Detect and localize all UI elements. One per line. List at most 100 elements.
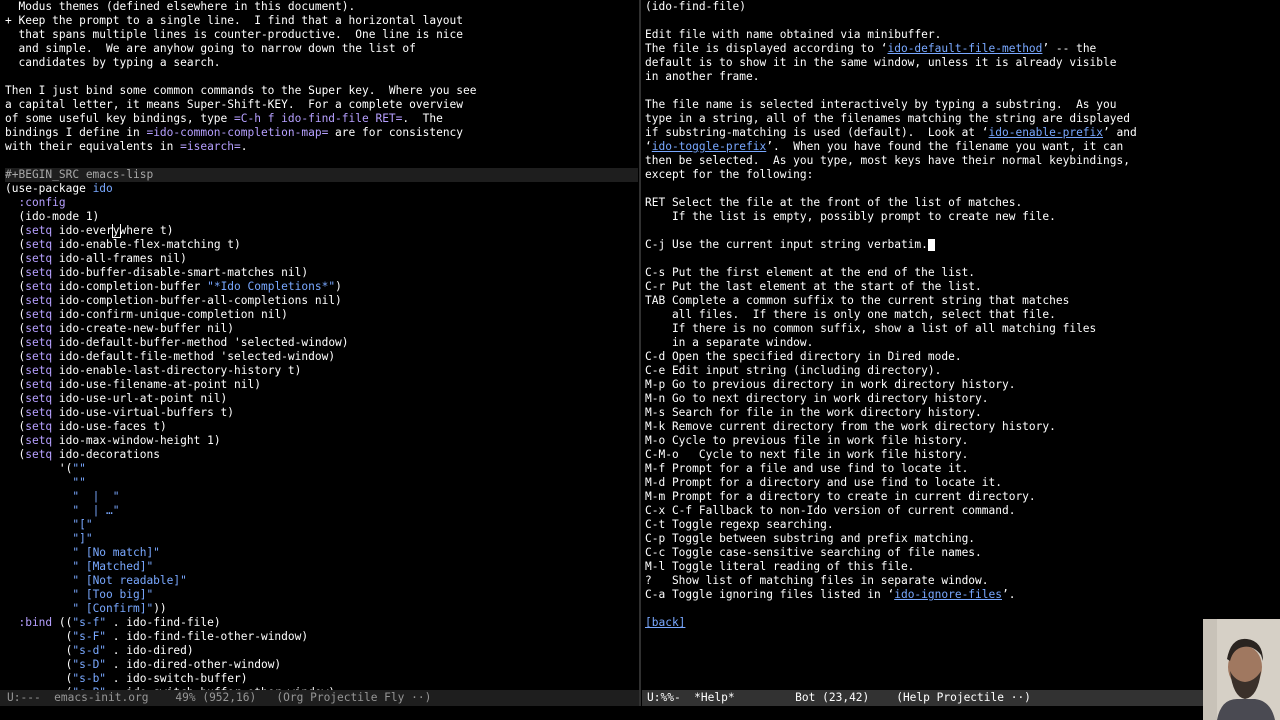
code-line: (setq ido-default-file-method 'selected-… xyxy=(5,350,336,363)
code-line: :config xyxy=(5,196,66,209)
code-line: (setq ido-completion-buffer-all-completi… xyxy=(5,294,342,307)
code-line: (setq ido-enable-last-directory-history … xyxy=(5,364,302,377)
code-line: (setq ido-use-virtual-buffers t) xyxy=(5,406,235,419)
help-line: TAB Complete a common suffix to the curr… xyxy=(645,294,1070,307)
prose-line xyxy=(5,70,638,84)
code-line: (setq ido-use-filename-at-point nil) xyxy=(5,378,261,391)
help-line: ‘ido-toggle-prefix’. When you have found… xyxy=(645,140,1124,153)
help-line: all files. If there is only one match, s… xyxy=(645,308,1056,321)
prose-line: + Keep the prompt to a single line. I fi… xyxy=(5,14,464,27)
help-line: M-o Cycle to previous file in work file … xyxy=(645,434,969,447)
help-line: M-f Prompt for a file and use find to lo… xyxy=(645,462,969,475)
help-line: except for the following: xyxy=(645,168,814,181)
webcam-overlay-image xyxy=(1203,619,1280,720)
help-line: type in a string, all of the filenames m… xyxy=(645,112,1130,125)
prose-line: that spans multiple lines is counter-pro… xyxy=(5,28,464,41)
help-line xyxy=(645,84,1280,98)
code-line: (use-package ido xyxy=(5,182,113,195)
code-line: " [Too big]" xyxy=(72,588,154,601)
code-line: ("s-F" . ido-find-file-other-window) xyxy=(5,630,309,643)
help-line: if substring-matching is used (default).… xyxy=(645,126,1137,139)
code-line: (ido-mode 1) xyxy=(5,210,100,223)
help-line: C-M-o Cycle to next file in work file hi… xyxy=(645,448,969,461)
help-line: default is to show it in the same window… xyxy=(645,56,1117,69)
help-line: M-m Prompt for a directory to create in … xyxy=(645,490,1036,503)
code-line: (setq ido-use-faces t) xyxy=(5,420,167,433)
code-line: " | " xyxy=(72,490,120,503)
help-line xyxy=(645,252,1280,266)
code-line: (setq ido-enable-flex-matching t) xyxy=(5,238,241,251)
help-line: M-s Search for file in the work director… xyxy=(645,406,982,419)
prose-line: bindings I define in =ido-common-complet… xyxy=(5,126,464,139)
code-line: (setq ido-default-buffer-method 'selecte… xyxy=(5,336,349,349)
help-line xyxy=(645,14,1280,28)
code-line-current[interactable]: (setq ido-everywhere t) xyxy=(5,224,638,238)
help-line xyxy=(645,224,1280,238)
help-line: M-p Go to previous directory in work dir… xyxy=(645,378,1016,391)
help-line: If the list is empty, possibly prompt to… xyxy=(645,210,1056,223)
help-line: The file is displayed according to ‘ido-… xyxy=(645,42,1097,55)
echo-area[interactable] xyxy=(0,706,1280,720)
text-cursor: y xyxy=(111,224,121,238)
left-window-org-buffer[interactable]: Modus themes (defined elsewhere in this … xyxy=(0,0,638,690)
help-line: C-c Toggle case-sensitive searching of f… xyxy=(645,546,982,559)
code-line: :bind (("s-f" . ido-find-file) xyxy=(5,616,221,629)
help-line-current[interactable]: C-j Use the current input string verbati… xyxy=(645,238,1280,252)
help-line: C-e Edit input string (including directo… xyxy=(645,364,942,377)
right-window-help-buffer[interactable]: (ido-find-file) Edit file with name obta… xyxy=(642,0,1280,690)
prose-line: a capital letter, it means Super-Shift-K… xyxy=(5,98,464,111)
help-line: The file name is selected interactively … xyxy=(645,98,1117,111)
help-line: M-n Go to next directory in work directo… xyxy=(645,392,989,405)
text-cursor xyxy=(927,239,935,251)
help-line: C-d Open the specified directory in Dire… xyxy=(645,350,962,363)
help-line: [back] xyxy=(645,616,1280,630)
prose-line: of some useful key bindings, type =C-h f… xyxy=(5,112,443,125)
code-line: '("" xyxy=(5,462,86,475)
code-line: " [Matched]" xyxy=(72,560,154,573)
link-ido-toggle-prefix[interactable]: ido-toggle-prefix xyxy=(652,140,767,153)
code-line: (setq ido-max-window-height 1) xyxy=(5,434,221,447)
help-line: M-l Toggle literal reading of this file. xyxy=(645,560,915,573)
help-line: M-k Remove current directory from the wo… xyxy=(645,420,1056,433)
help-line: C-r Put the last element at the start of… xyxy=(645,280,982,293)
mode-line-left[interactable]: U:--- emacs-init.org 49% (952,16) (Org P… xyxy=(0,690,639,706)
code-line: (setq ido-completion-buffer "*Ido Comple… xyxy=(5,280,342,293)
prose-line: Then I just bind some common commands to… xyxy=(5,84,477,97)
help-line: ? Show list of matching files in separat… xyxy=(645,574,989,587)
help-line: If there is no common suffix, show a lis… xyxy=(645,322,1097,335)
prose-line: Modus themes (defined elsewhere in this … xyxy=(5,0,356,13)
help-line: M-d Prompt for a directory and use find … xyxy=(645,476,1002,489)
prose-line: and simple. We are anyhow going to narro… xyxy=(5,42,416,55)
help-title: (ido-find-file) xyxy=(645,0,747,13)
prose-line: with their equivalents in =isearch=. xyxy=(5,140,248,153)
code-line: " [No match]" xyxy=(72,546,160,559)
code-line: (setq ido-all-frames nil) xyxy=(5,252,187,265)
code-line: "[" xyxy=(72,518,93,531)
person-silhouette-icon xyxy=(1203,619,1280,720)
window-divider[interactable] xyxy=(639,0,641,720)
help-line xyxy=(645,182,1280,196)
code-line: (setq ido-decorations xyxy=(5,448,160,461)
back-button[interactable]: [back] xyxy=(645,616,685,629)
help-line: C-t Toggle regexp searching. xyxy=(645,518,834,531)
link-ido-default-file-method[interactable]: ido-default-file-method xyxy=(887,42,1042,55)
begin-src-line: #+BEGIN_SRC emacs-lisp xyxy=(5,168,638,182)
link-ido-enable-prefix[interactable]: ido-enable-prefix xyxy=(989,126,1104,139)
help-line: C-a Toggle ignoring files listed in ‘ido… xyxy=(645,588,1016,601)
help-line: C-s Put the first element at the end of … xyxy=(645,266,976,279)
code-line: (setq ido-buffer-disable-smart-matches n… xyxy=(5,266,309,279)
prose-line: candidates by typing a search. xyxy=(5,56,221,69)
code-line: (setq ido-use-url-at-point nil) xyxy=(5,392,228,405)
code-line: (setq ido-create-new-buffer nil) xyxy=(5,322,235,335)
link-ido-ignore-files[interactable]: ido-ignore-files xyxy=(894,588,1002,601)
code-line: ("s-d" . ido-dired) xyxy=(5,644,194,657)
mode-line-right[interactable]: U:%%- *Help* Bot (23,42) (Help Projectil… xyxy=(642,690,1207,706)
help-line: in a separate window. xyxy=(645,336,814,349)
code-line: " [Not readable]" xyxy=(72,574,187,587)
help-line: C-p Toggle between substring and prefix … xyxy=(645,532,976,545)
help-line: then be selected. As you type, most keys… xyxy=(645,154,1130,167)
help-line: in another frame. xyxy=(645,70,760,83)
help-line: Edit file with name obtained via minibuf… xyxy=(645,28,942,41)
